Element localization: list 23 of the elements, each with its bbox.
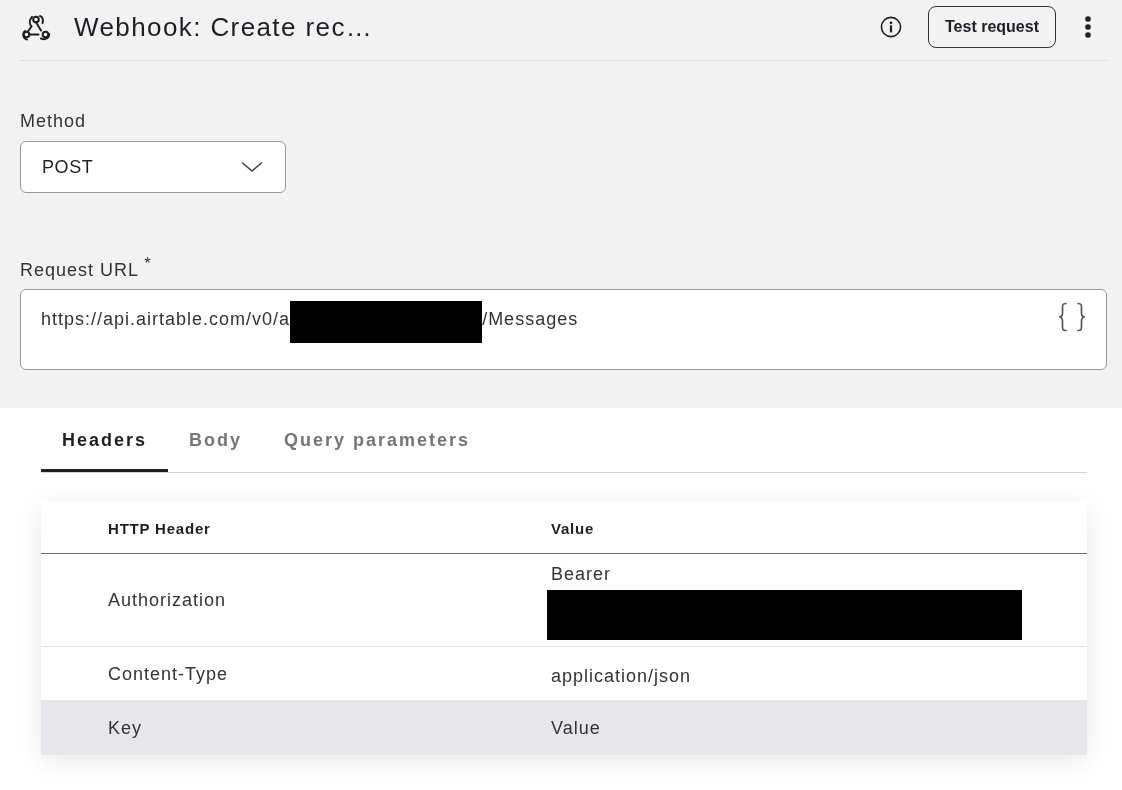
tab[interactable]: Query parameters — [263, 408, 492, 472]
info-icon[interactable] — [880, 16, 902, 38]
table-cell: Content-Type — [108, 663, 229, 684]
url-text: /Messages — [482, 308, 579, 330]
url-text: https://api.airtable.com/v0/a — [41, 308, 291, 330]
key-input[interactable]: Key — [108, 717, 308, 739]
column-header: HTTP Header — [107, 518, 212, 539]
field-label: Method — [20, 111, 87, 131]
method-select[interactable]: POST — [20, 141, 286, 193]
column-header: Value — [551, 518, 596, 539]
test-request-button[interactable]: Test request — [928, 6, 1056, 48]
chevron-down-icon — [241, 161, 263, 173]
tab[interactable]: Headers — [41, 408, 169, 472]
table-cell: Bearer — [551, 564, 612, 584]
braces-icon[interactable] — [1058, 302, 1086, 332]
more-icon[interactable] — [1084, 16, 1092, 38]
webhook-icon — [21, 13, 51, 41]
table-cell: application/json — [551, 665, 692, 686]
tab[interactable]: Body — [168, 408, 264, 472]
page-title: Webhook: Create rec… — [74, 11, 374, 43]
url-field[interactable]: https://api.airtable.com/v0/a /Messages — [20, 289, 1107, 370]
value-input[interactable]: Value — [551, 717, 751, 739]
table-cell: Authorization — [108, 590, 227, 610]
